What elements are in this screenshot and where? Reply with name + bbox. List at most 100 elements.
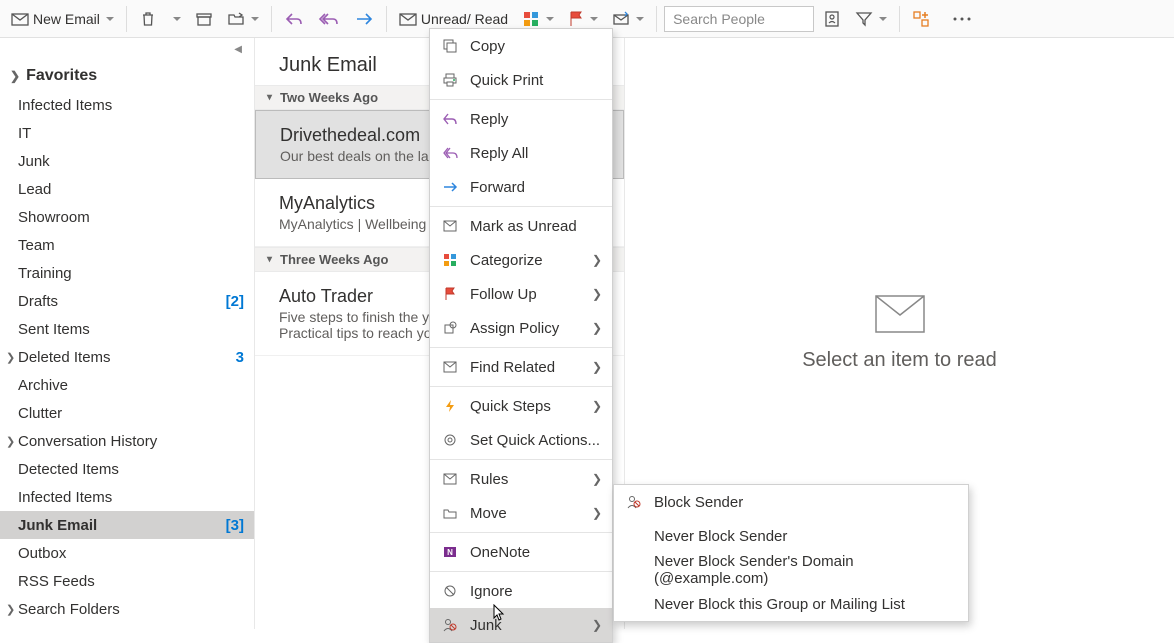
nav-item[interactable]: Training	[0, 259, 254, 287]
print-icon	[442, 72, 458, 88]
nav-item-label: Team	[18, 237, 55, 254]
rules-icon	[442, 471, 458, 487]
nav-item[interactable]: Junk Email[3]	[0, 511, 254, 539]
nav-item[interactable]: Junk	[0, 147, 254, 175]
menu-set-quick-actions[interactable]: Set Quick Actions...	[430, 423, 612, 457]
delete-more-button[interactable]	[166, 13, 186, 25]
menu-mark-unread[interactable]: Mark as Unread	[430, 209, 612, 243]
nav-item-label: RSS Feeds	[18, 573, 95, 590]
menu-find-related[interactable]: Find Related ❯	[430, 350, 612, 384]
chevron-right-icon: ❯	[6, 435, 18, 448]
menu-ignore[interactable]: Ignore	[430, 574, 612, 608]
nav-item[interactable]: Detected Items	[0, 455, 254, 483]
badge: [2]	[226, 293, 244, 310]
nav-item[interactable]: Lead	[0, 175, 254, 203]
archive-button[interactable]	[190, 6, 218, 32]
reply-button[interactable]	[279, 6, 309, 32]
chevron-down-icon	[173, 17, 181, 21]
menu-rules[interactable]: Rules ❯	[430, 462, 612, 496]
menu-junk[interactable]: Junk ❯	[430, 608, 612, 642]
nav-item[interactable]: Infected Items	[0, 91, 254, 119]
chevron-right-icon: ❯	[592, 360, 602, 374]
nav-item[interactable]: ❯Search Folders	[0, 595, 254, 623]
chevron-down-icon	[546, 17, 554, 21]
menu-reply[interactable]: Reply	[430, 102, 612, 136]
menu-reply-all[interactable]: Reply All	[430, 136, 612, 170]
separator	[656, 6, 657, 32]
submenu-never-block-domain[interactable]: Never Block Sender's Domain (@example.co…	[614, 553, 968, 587]
address-book-icon	[823, 10, 841, 28]
submenu-never-block-sender[interactable]: Never Block Sender	[614, 519, 968, 553]
menu-separator	[430, 532, 612, 533]
addins-button[interactable]	[907, 6, 935, 32]
menu-separator	[430, 571, 612, 572]
filter-button[interactable]	[850, 6, 892, 32]
menu-separator	[430, 206, 612, 207]
delete-button[interactable]	[134, 6, 162, 32]
junk-submenu: Block Sender Never Block Sender Never Bl…	[613, 484, 969, 622]
nav-item[interactable]: Drafts[2]	[0, 287, 254, 315]
nav-item[interactable]: Showroom	[0, 203, 254, 231]
chevron-right-icon: ❯	[6, 351, 18, 364]
reply-all-icon	[442, 145, 458, 161]
search-people-input[interactable]: Search People	[664, 6, 814, 32]
chevron-right-icon: ❯	[10, 69, 20, 83]
chevron-down-icon	[636, 17, 644, 21]
envelope-icon	[11, 10, 29, 28]
chevron-down-icon	[106, 17, 114, 21]
onenote-icon: N	[442, 544, 458, 560]
nav-item-label: Junk	[18, 153, 50, 170]
menu-quick-print[interactable]: Quick Print	[430, 63, 612, 97]
nav-item[interactable]: Sent Items	[0, 315, 254, 343]
move-button[interactable]	[222, 6, 264, 32]
nav-item-label: Clutter	[18, 405, 62, 422]
badge: 3	[236, 349, 244, 366]
filter-icon	[855, 10, 873, 28]
submenu-block-sender[interactable]: Block Sender	[614, 485, 968, 519]
block-user-icon	[442, 617, 458, 633]
unread-read-label: Unread/ Read	[421, 11, 508, 27]
chevron-down-icon: ▾	[267, 254, 272, 265]
chevron-down-icon	[879, 17, 887, 21]
submenu-never-block-group[interactable]: Never Block this Group or Mailing List	[614, 587, 968, 621]
send-receive-button[interactable]	[607, 6, 649, 32]
nav-item[interactable]: ❯Conversation History	[0, 427, 254, 455]
flag-icon	[568, 10, 584, 28]
nav-item[interactable]: Clutter	[0, 399, 254, 427]
menu-assign-policy[interactable]: Assign Policy ❯	[430, 311, 612, 345]
forward-icon	[354, 10, 374, 28]
collapse-nav-button[interactable]: ◀	[0, 38, 254, 61]
menu-move[interactable]: Move ❯	[430, 496, 612, 530]
reply-all-icon	[318, 10, 340, 28]
nav-item-label: Archive	[18, 377, 68, 394]
chevron-right-icon: ❯	[592, 472, 602, 486]
nav-item[interactable]: IT	[0, 119, 254, 147]
nav-item[interactable]: RSS Feeds	[0, 567, 254, 595]
favorites-header[interactable]: ❯ Favorites	[0, 61, 254, 91]
address-book-button[interactable]	[818, 6, 846, 32]
menu-quick-steps[interactable]: Quick Steps ❯	[430, 389, 612, 423]
chevron-right-icon: ❯	[592, 321, 602, 335]
menu-copy[interactable]: Copy	[430, 29, 612, 63]
nav-item[interactable]: Outbox	[0, 539, 254, 567]
forward-button[interactable]	[349, 6, 379, 32]
nav-item[interactable]: ❯Deleted Items3	[0, 343, 254, 371]
nav-item-label: Lead	[18, 181, 51, 198]
separator	[386, 6, 387, 32]
nav-item[interactable]: Infected Items	[0, 483, 254, 511]
new-email-button[interactable]: New Email	[6, 6, 119, 32]
cursor-icon	[493, 604, 507, 622]
nav-item[interactable]: Team	[0, 231, 254, 259]
menu-onenote[interactable]: N OneNote	[430, 535, 612, 569]
menu-categorize[interactable]: Categorize ❯	[430, 243, 612, 277]
chevron-right-icon: ❯	[6, 603, 18, 616]
menu-follow-up[interactable]: Follow Up ❯	[430, 277, 612, 311]
menu-forward[interactable]: Forward	[430, 170, 612, 204]
send-receive-icon	[612, 10, 630, 28]
nav-item[interactable]: Archive	[0, 371, 254, 399]
addins-icon	[912, 10, 930, 28]
more-commands-button[interactable]	[947, 12, 977, 26]
chevron-right-icon: ❯	[592, 253, 602, 267]
policy-icon	[442, 320, 458, 336]
reply-all-button[interactable]	[313, 6, 345, 32]
